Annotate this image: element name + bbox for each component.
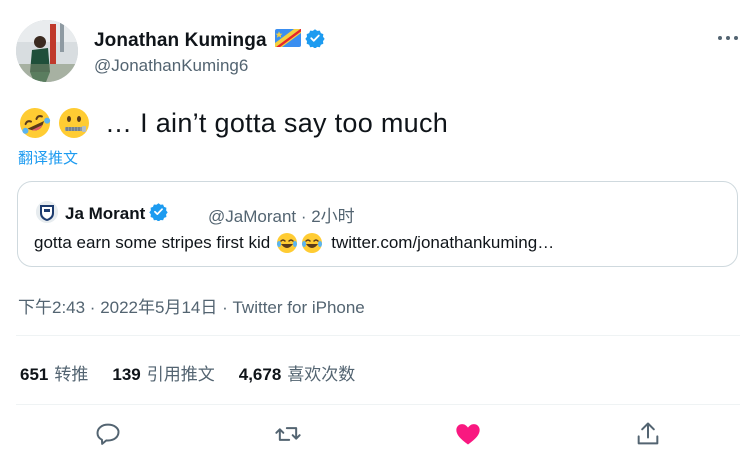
verified-icon xyxy=(149,202,168,226)
quoted-tweet-text-content: gotta earn some stripes first kid xyxy=(34,233,271,252)
quote-label: 引用推文 xyxy=(146,365,215,384)
like-label: 喜欢次数 xyxy=(287,365,356,384)
tweet-text-content: … I ain’t gotta say too much xyxy=(105,107,449,138)
reply-icon[interactable] xyxy=(94,420,122,448)
like-count: 4,678 xyxy=(238,365,282,384)
quoted-author-handle-time: @JaMorant · 2小时 xyxy=(208,207,355,226)
quoted-author-avatar xyxy=(36,201,58,223)
tears-of-joy-emoji-icon xyxy=(301,232,323,254)
tweet-timestamp-source[interactable]: 下午2:43 · 2022年5月14日 · Twitter for iPhone xyxy=(18,293,365,318)
author-handle[interactable]: @JonathanKuming6 xyxy=(94,56,248,76)
quote-count: 139 xyxy=(112,365,141,384)
divider xyxy=(16,404,740,405)
drc-flag-icon xyxy=(274,28,301,53)
engagement-stats: 651 转推 139 引用推文 4,678 喜欢次数 xyxy=(20,360,379,385)
retweet-stat[interactable]: 651 转推 xyxy=(20,360,88,385)
like-stat[interactable]: 4,678 喜欢次数 xyxy=(239,360,356,385)
divider xyxy=(16,335,740,336)
author-name[interactable]: Jonathan Kuminga xyxy=(94,30,267,52)
tears-of-joy-emoji-icon xyxy=(276,232,298,254)
zipper-mouth-emoji-icon xyxy=(57,106,91,140)
quoted-tweet-link[interactable]: twitter.com/jonathankuming… xyxy=(331,233,554,253)
author-avatar[interactable] xyxy=(16,20,78,82)
quoted-author-name: Ja Morant xyxy=(65,204,146,223)
translate-link[interactable]: 翻译推文 xyxy=(18,147,78,168)
tweet-text: … I ain’t gotta say too much xyxy=(18,103,448,143)
retweet-icon[interactable] xyxy=(274,420,302,448)
verified-icon xyxy=(304,28,325,54)
quoted-tweet-text: gotta earn some stripes first kid twitte… xyxy=(34,232,554,254)
quoted-tweet-card[interactable]: Ja Morant @JaMorant · 2小时 gotta earn som… xyxy=(17,181,738,267)
quote-stat[interactable]: 139 引用推文 xyxy=(112,360,214,385)
rolling-laughing-emoji-icon xyxy=(18,106,52,140)
retweet-label: 转推 xyxy=(54,365,89,384)
quoted-author-name-row: Ja Morant xyxy=(65,202,168,226)
heart-icon[interactable] xyxy=(454,420,482,448)
retweet-count: 651 xyxy=(20,365,49,384)
share-icon[interactable] xyxy=(634,420,662,448)
more-icon[interactable] xyxy=(716,28,740,48)
author-name-row[interactable]: Jonathan Kuminga xyxy=(94,28,325,54)
